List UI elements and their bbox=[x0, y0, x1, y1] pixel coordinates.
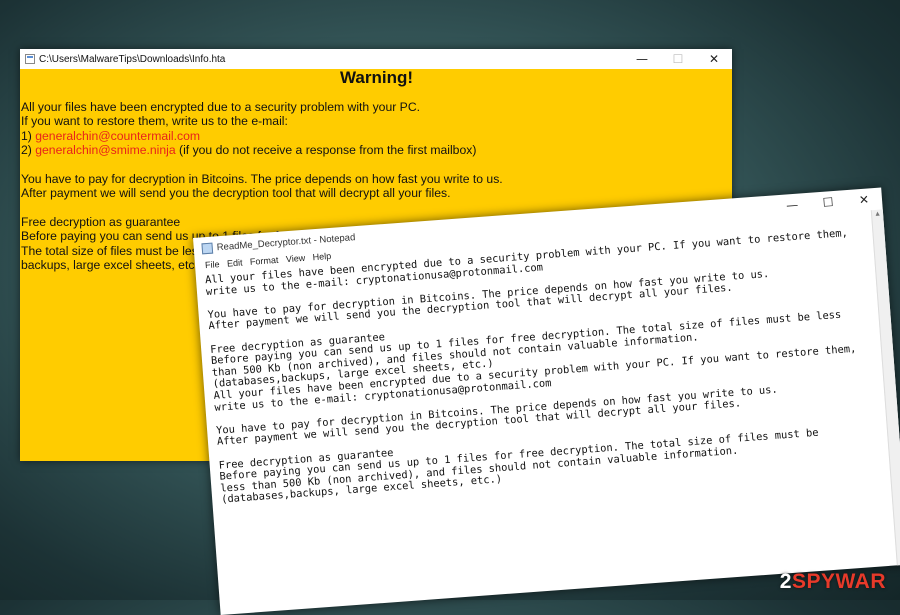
ransom-line: All your files have been encrypted due t… bbox=[21, 99, 421, 114]
hta-titlebar[interactable]: C:\Users\MalwareTips\Downloads\Info.hta … bbox=[20, 49, 732, 69]
menu-edit[interactable]: Edit bbox=[227, 257, 243, 268]
close-button[interactable]: ✕ bbox=[696, 49, 732, 69]
notepad-icon bbox=[201, 242, 214, 254]
notepad-text-area[interactable]: All your files have been encrypted due t… bbox=[195, 221, 900, 507]
menu-file[interactable]: File bbox=[205, 259, 220, 270]
notepad-window: ReadMe_Decryptor.txt - Notepad — ☐ ✕ Fil… bbox=[193, 187, 900, 615]
hta-window-title: C:\Users\MalwareTips\Downloads\Info.hta bbox=[39, 53, 226, 65]
watermark-logo: 2SPYWAR bbox=[779, 570, 886, 593]
menu-view[interactable]: View bbox=[286, 253, 306, 264]
email-line-1: 1) generalchin@countermail.com bbox=[21, 128, 201, 143]
maximize-button[interactable]: ☐ bbox=[660, 49, 696, 69]
hta-app-icon bbox=[25, 54, 35, 64]
warning-heading: Warning! bbox=[339, 68, 414, 87]
ransom-line: After payment we will send you the decry… bbox=[21, 186, 451, 200]
email-line-2: 2) generalchin@smime.ninja (if you do no… bbox=[21, 143, 477, 157]
email-link-1[interactable]: generalchin@countermail.com bbox=[35, 129, 200, 143]
close-button[interactable]: ✕ bbox=[845, 188, 882, 211]
ransom-line: If you want to restore them, write us to… bbox=[21, 114, 288, 128]
menu-help[interactable]: Help bbox=[312, 251, 331, 262]
minimize-button[interactable]: — bbox=[624, 49, 660, 69]
menu-format[interactable]: Format bbox=[250, 255, 279, 267]
maximize-button[interactable]: ☐ bbox=[809, 191, 846, 214]
scroll-up-icon[interactable]: ▲ bbox=[872, 209, 884, 220]
email-link-2[interactable]: generalchin@smime.ninja bbox=[35, 143, 175, 157]
minimize-button[interactable]: — bbox=[774, 194, 811, 217]
ransom-line: You have to pay for decryption in Bitcoi… bbox=[21, 171, 503, 186]
